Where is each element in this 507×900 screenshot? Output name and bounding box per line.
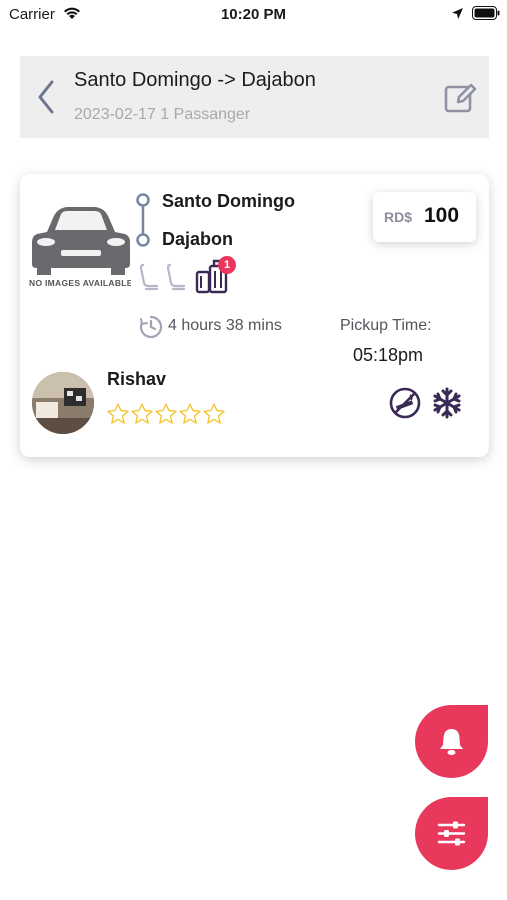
trip-duration: 4 hours 38 mins	[168, 317, 282, 334]
sliders-icon	[437, 821, 466, 846]
clock-icon	[139, 315, 163, 339]
ride-card[interactable]: NO IMAGES AVAILABLE Santo Domingo Dajabo…	[20, 174, 489, 457]
seat-icon	[139, 263, 159, 291]
battery-icon	[472, 6, 500, 20]
driver-avatar	[32, 372, 94, 434]
no-smoking-icon	[389, 387, 421, 419]
back-chevron-icon[interactable]	[32, 78, 60, 116]
star-icon	[179, 403, 201, 424]
star-icon	[203, 403, 225, 424]
pickup-time-value: 05:18pm	[353, 345, 424, 365]
driver-rating	[106, 402, 226, 431]
air-conditioning-icon	[433, 387, 461, 419]
filter-button[interactable]	[415, 797, 488, 870]
trip-date-passengers: 2023-02-17 1 Passanger	[74, 106, 251, 123]
price-currency: RD$	[384, 209, 413, 225]
avatar-photo	[32, 372, 94, 434]
star-icon	[155, 403, 177, 424]
luggage-count-badge: 1	[218, 256, 236, 274]
price-value: 100	[424, 204, 460, 227]
star-icon	[131, 403, 153, 424]
bell-icon	[440, 729, 463, 755]
driver-name: Rishav	[107, 369, 167, 389]
page-title: Santo Domingo -> Dajabon	[74, 69, 316, 91]
trip-header: Santo Domingo -> Dajabon 2023-02-17 1 Pa…	[20, 56, 489, 138]
car-icon	[32, 207, 130, 275]
no-images-label: NO IMAGES AVAILABLE	[29, 278, 131, 288]
seat-icon	[166, 263, 186, 291]
clock-time: 10:20 PM	[220, 6, 287, 23]
price-box: RD$ 100	[373, 192, 476, 242]
pickup-time-label: Pickup Time:	[340, 317, 432, 334]
star-icon	[107, 403, 129, 424]
location-arrow-icon	[452, 8, 463, 19]
car-image-placeholder: NO IMAGES AVAILABLE	[29, 202, 131, 288]
route-line-icon	[136, 193, 150, 247]
notifications-button[interactable]	[415, 705, 488, 778]
status-bar: Carrier 10:20 PM	[0, 0, 507, 30]
edit-icon[interactable]	[442, 80, 478, 116]
destination-city: Dajabon	[162, 229, 234, 249]
origin-city: Santo Domingo	[162, 191, 295, 211]
